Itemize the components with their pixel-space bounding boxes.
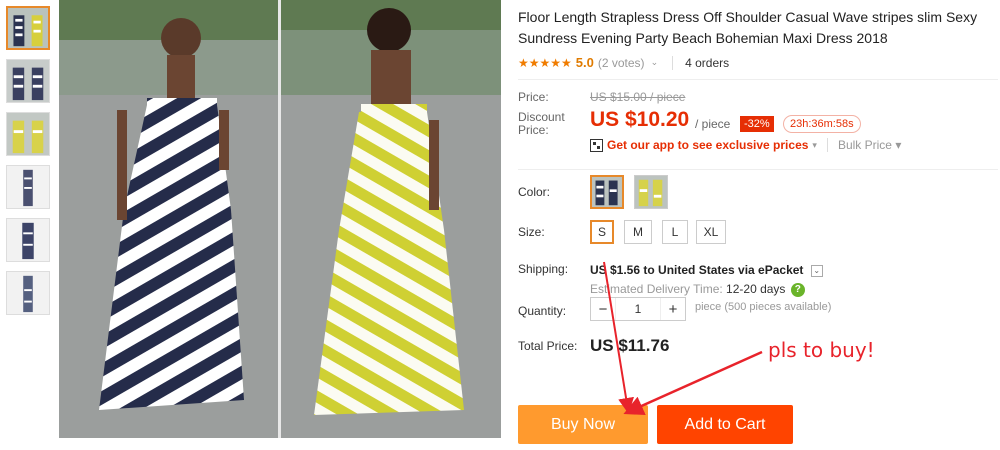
delivery-label: Estimated Delivery Time:: [590, 282, 723, 296]
annotation-text: pls to buy!: [768, 338, 875, 362]
quantity-availability: piece (500 pieces available): [695, 301, 832, 313]
total-price-label: Total Price:: [518, 339, 578, 353]
options-section: Color: Size: S M L XL Shipping: US $1.56…: [518, 169, 998, 389]
rating-row: ★★★★★ 5.0 (2 votes) ⌄ 4 orders: [518, 55, 998, 70]
orders-count: 4 orders: [672, 55, 729, 70]
size-option-l[interactable]: L: [662, 220, 688, 244]
total-price: US $11.76: [590, 336, 670, 355]
thumbnail-5[interactable]: [6, 218, 50, 262]
quantity-input[interactable]: 1: [615, 298, 661, 320]
price-label: Price:: [518, 90, 549, 104]
discount-price: US $10.20: [590, 108, 690, 131]
shipping-method: US $1.56 to United States via ePacket: [590, 263, 804, 277]
color-swatch-yellow[interactable]: [634, 175, 668, 209]
plus-icon[interactable]: +: [661, 301, 685, 318]
color-label: Color:: [518, 185, 551, 199]
minus-icon[interactable]: −: [591, 301, 615, 318]
delivery-estimate: Estimated Delivery Time: 12-20 days ?: [590, 282, 805, 297]
color-swatch-navy[interactable]: [590, 175, 624, 209]
main-product-image[interactable]: [59, 0, 501, 438]
price-section: Price: US $15.00 / piece Discount Price:…: [518, 79, 998, 159]
app-promo-link[interactable]: Get our app to see exclusive prices: [607, 138, 808, 152]
size-option-s[interactable]: S: [590, 220, 614, 244]
thumbnail-4[interactable]: [6, 165, 50, 209]
add-to-cart-button[interactable]: Add to Cart: [657, 405, 793, 444]
chevron-down-icon[interactable]: ⌄: [651, 57, 659, 68]
rating-score: 5.0: [575, 55, 594, 70]
countdown-timer: 23h:36m:58s: [783, 115, 861, 133]
bulk-price-label: Bulk Price: [837, 138, 892, 152]
discount-label-price: Price:: [518, 123, 549, 137]
qr-code-icon: [590, 138, 603, 152]
delivery-value: 12-20 days: [726, 282, 786, 296]
buy-now-button[interactable]: Buy Now: [518, 405, 648, 444]
app-promo-row: Get our app to see exclusive prices ▾ Bu…: [590, 138, 901, 152]
per-piece-label: / piece: [695, 117, 731, 131]
size-option-m[interactable]: M: [624, 220, 652, 244]
star-rating-icon: ★★★★★: [518, 55, 572, 70]
shipping-label: Shipping:: [518, 262, 569, 276]
size-option-xl[interactable]: XL: [696, 220, 726, 244]
original-price: US $15.00 / piece: [590, 90, 686, 104]
thumbnail-3[interactable]: [6, 112, 50, 156]
thumbnail-6[interactable]: [6, 271, 50, 315]
thumbnail-strip: [6, 6, 52, 324]
quantity-stepper: − 1 +: [590, 297, 686, 321]
product-info-panel: Floor Length Strapless Dress Off Shoulde…: [518, 0, 998, 389]
discount-label: Discount: [518, 110, 565, 124]
thumbnail-2[interactable]: [6, 59, 50, 103]
help-icon[interactable]: ?: [790, 282, 805, 297]
size-label: Size:: [518, 225, 545, 239]
shipping-info: US $1.56 to United States via ePacket ⌄: [590, 263, 823, 277]
chevron-down-icon[interactable]: ▾: [812, 140, 817, 151]
chevron-down-icon[interactable]: ⌄: [810, 264, 823, 277]
product-title: Floor Length Strapless Dress Off Shoulde…: [518, 9, 978, 46]
bulk-price-link[interactable]: Bulk Price ▾: [826, 138, 901, 152]
discount-badge: -32%: [740, 116, 774, 132]
thumbnail-1[interactable]: [6, 6, 50, 50]
votes-link[interactable]: (2 votes): [598, 56, 645, 70]
quantity-label: Quantity:: [518, 304, 567, 318]
